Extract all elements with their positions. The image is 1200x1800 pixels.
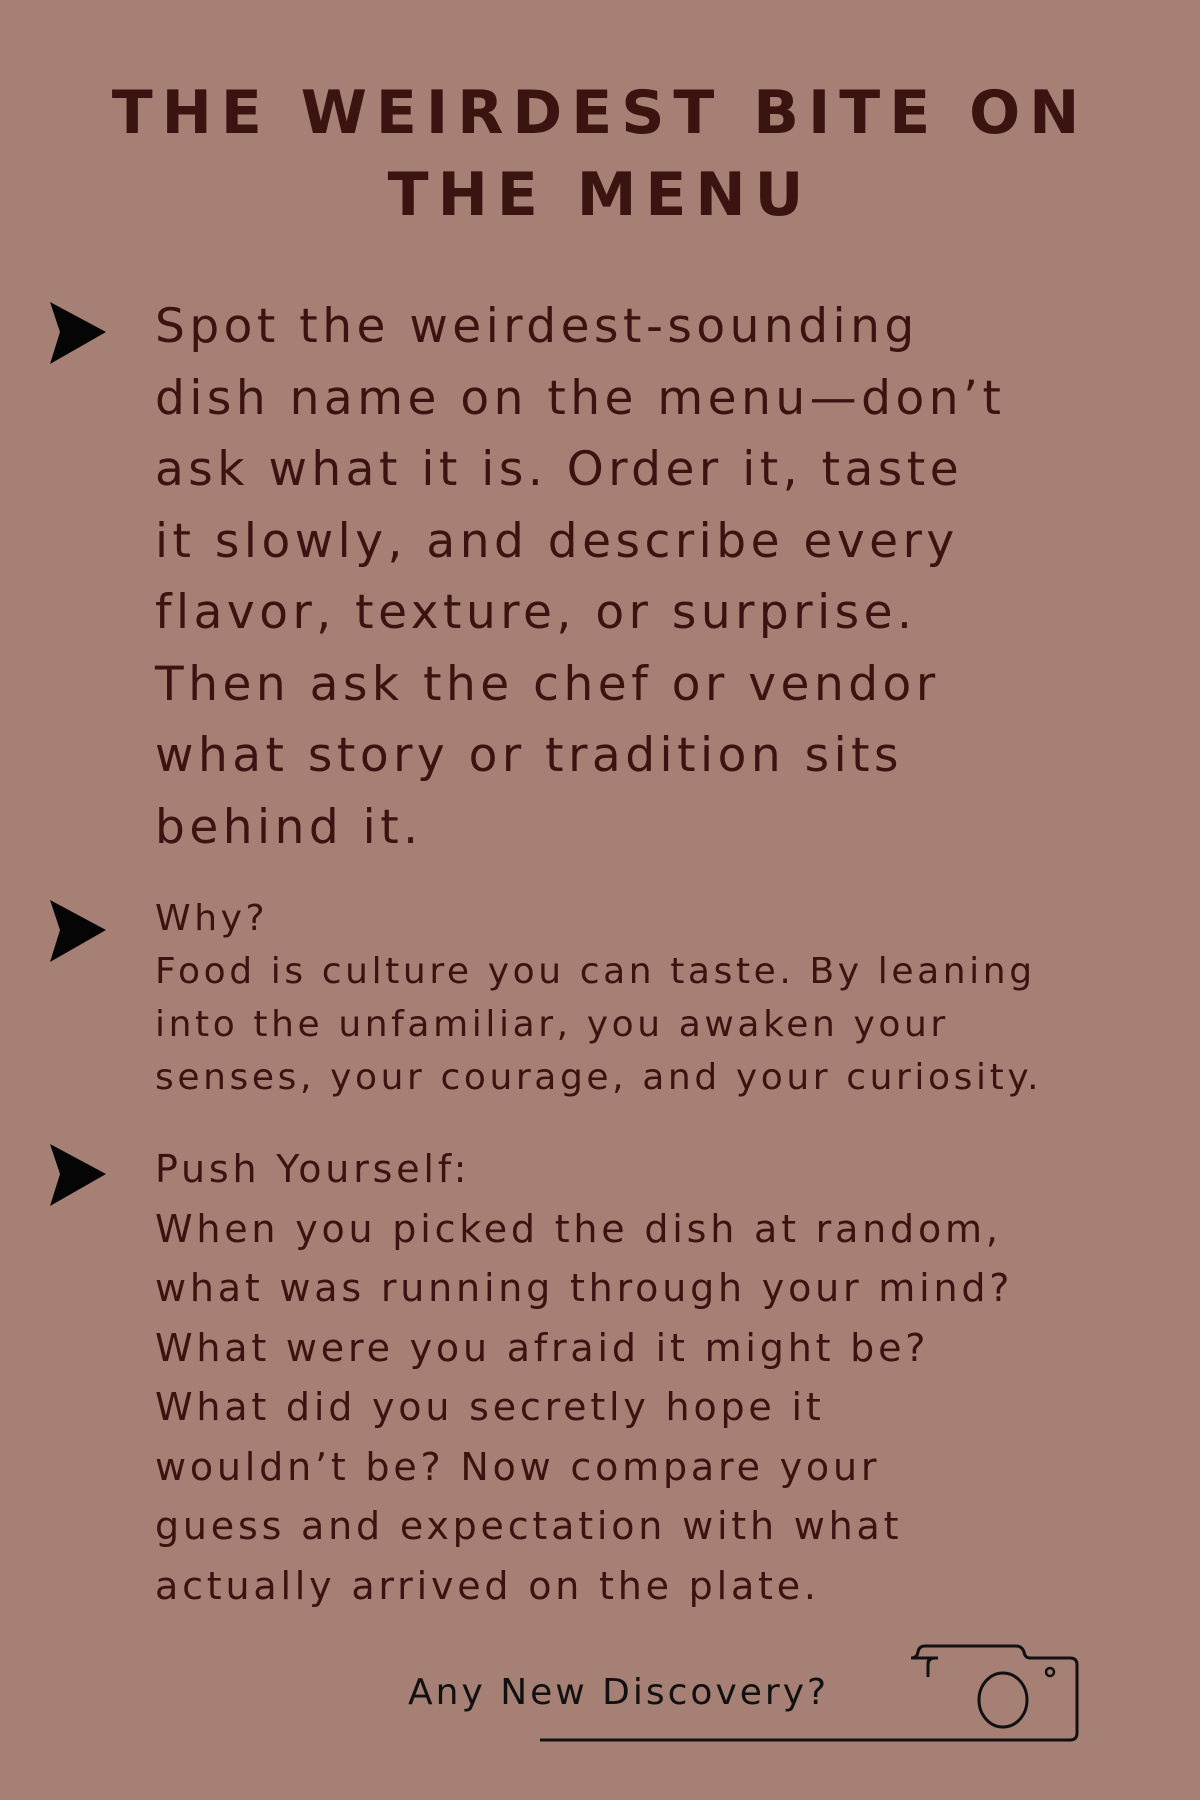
- challenge-line: dish name on the menu—don’t: [155, 370, 1006, 426]
- why-line: into the unfamiliar, you awaken your: [155, 1004, 949, 1045]
- camera-icon[interactable]: [540, 1640, 1085, 1750]
- why-line: senses, your courage, and your curiosity…: [155, 1057, 1043, 1098]
- why-line: Food is culture you can taste. By leanin…: [155, 951, 1036, 992]
- page-title: THE WEIRDEST BITE ON THE MENU: [0, 72, 1200, 236]
- challenge-line: Then ask the chef or vendor: [155, 656, 940, 712]
- title-line: THE MENU: [387, 160, 813, 230]
- challenge-line: behind it.: [155, 799, 423, 855]
- push-line: guess and expectation with what: [155, 1504, 903, 1548]
- push-heading: Push Yourself:: [155, 1147, 471, 1191]
- push-line: When you picked the dish at random,: [155, 1206, 1002, 1251]
- push-line: What were you afraid it might be?: [155, 1325, 930, 1370]
- arrowhead-icon: [50, 1144, 106, 1206]
- challenge-text: Spot the weirdest-sounding dish name on …: [155, 291, 1165, 863]
- arrowhead-icon: [50, 302, 106, 364]
- push-line: actually arrived on the plate.: [155, 1563, 820, 1608]
- push-line: What did you secretly hope it: [155, 1385, 825, 1429]
- challenge-line: it slowly, and describe every: [155, 513, 959, 569]
- camera-flash: [1044, 1666, 1056, 1678]
- title-line: THE WEIRDEST BITE ON: [111, 78, 1089, 148]
- challenge-line: Spot the weirdest-sounding: [155, 299, 919, 354]
- arrowhead-icon: [50, 900, 106, 962]
- why-heading: Why?: [155, 898, 269, 939]
- why-section: Why? Food is culture you can taste. By l…: [155, 892, 1165, 1104]
- challenge-line: ask what it is. Order it, taste: [155, 442, 964, 497]
- camera-lens: [977, 1671, 1029, 1729]
- push-section: Push Yourself: When you picked the dish …: [155, 1140, 1165, 1616]
- push-line: what was running through your mind?: [155, 1266, 1014, 1310]
- challenge-line: what story or tradition sits: [155, 728, 904, 783]
- push-line: wouldn’t be? Now compare your: [155, 1444, 881, 1489]
- challenge-line: flavor, texture, or surprise.: [155, 585, 917, 640]
